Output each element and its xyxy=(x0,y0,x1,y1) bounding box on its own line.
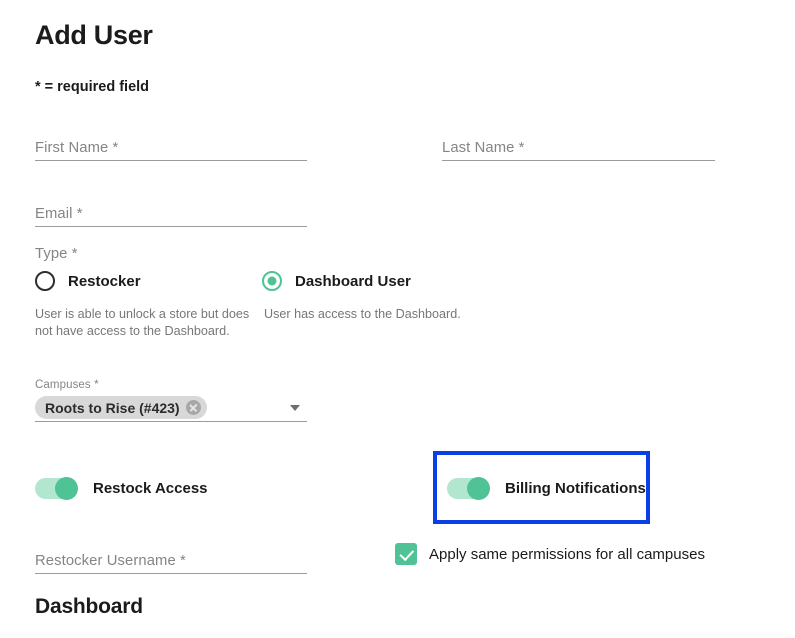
last-name-input[interactable]: Last Name * xyxy=(442,132,715,161)
page-title: Add User xyxy=(35,20,153,50)
toggle-label-billing-notifications: Billing Notifications xyxy=(505,480,646,497)
email-input[interactable]: Email * xyxy=(35,198,307,227)
radio-label-restocker: Restocker xyxy=(68,272,141,290)
checkbox-apply-same-permissions[interactable]: Apply same permissions for all campuses xyxy=(395,543,705,565)
checkmark-icon[interactable] xyxy=(395,543,417,565)
toggle-switch-icon[interactable] xyxy=(35,477,78,500)
first-name-label: First Name * xyxy=(35,140,119,156)
campuses-select-control[interactable]: Roots to Rise (#423) xyxy=(35,394,307,422)
toggle-label-restock-access: Restock Access xyxy=(93,480,208,497)
radio-option-restocker[interactable]: Restocker xyxy=(35,271,141,291)
first-name-input[interactable]: First Name * xyxy=(35,132,307,161)
campus-chip[interactable]: Roots to Rise (#423) xyxy=(35,396,207,419)
required-field-note: * = required field xyxy=(35,79,150,95)
close-circle-icon[interactable] xyxy=(185,400,201,415)
toggle-knob xyxy=(55,477,78,500)
checkbox-label-apply-same-permissions: Apply same permissions for all campuses xyxy=(429,545,705,563)
toggle-restock-access[interactable]: Restock Access xyxy=(35,477,208,500)
restocker-username-label: Restocker Username * xyxy=(35,553,186,569)
toggle-switch-icon[interactable] xyxy=(447,477,490,500)
last-name-label: Last Name * xyxy=(442,140,525,156)
campuses-field[interactable]: Campuses * Roots to Rise (#423) xyxy=(35,379,307,422)
toggle-billing-notifications[interactable]: Billing Notifications xyxy=(447,477,646,500)
email-label: Email * xyxy=(35,206,83,222)
campus-chip-label: Roots to Rise (#423) xyxy=(45,399,180,416)
radio-description-restocker: User is able to unlock a store but does … xyxy=(35,307,250,338)
radio-option-dashboard-user[interactable]: Dashboard User xyxy=(262,271,411,291)
radio-circle-selected-icon[interactable] xyxy=(262,271,282,291)
dashboard-section-heading: Dashboard xyxy=(35,595,143,618)
type-group-label: Type * xyxy=(35,246,78,262)
add-user-form-page: Add User * = required field First Name *… xyxy=(0,0,795,638)
radio-circle-icon[interactable] xyxy=(35,271,55,291)
radio-label-dashboard-user: Dashboard User xyxy=(295,272,411,290)
chevron-down-icon[interactable] xyxy=(290,405,300,411)
restocker-username-input[interactable]: Restocker Username * xyxy=(35,545,307,574)
toggle-knob xyxy=(467,477,490,500)
radio-description-dashboard-user: User has access to the Dashboard. xyxy=(264,307,461,321)
campuses-label: Campuses * xyxy=(35,379,99,391)
